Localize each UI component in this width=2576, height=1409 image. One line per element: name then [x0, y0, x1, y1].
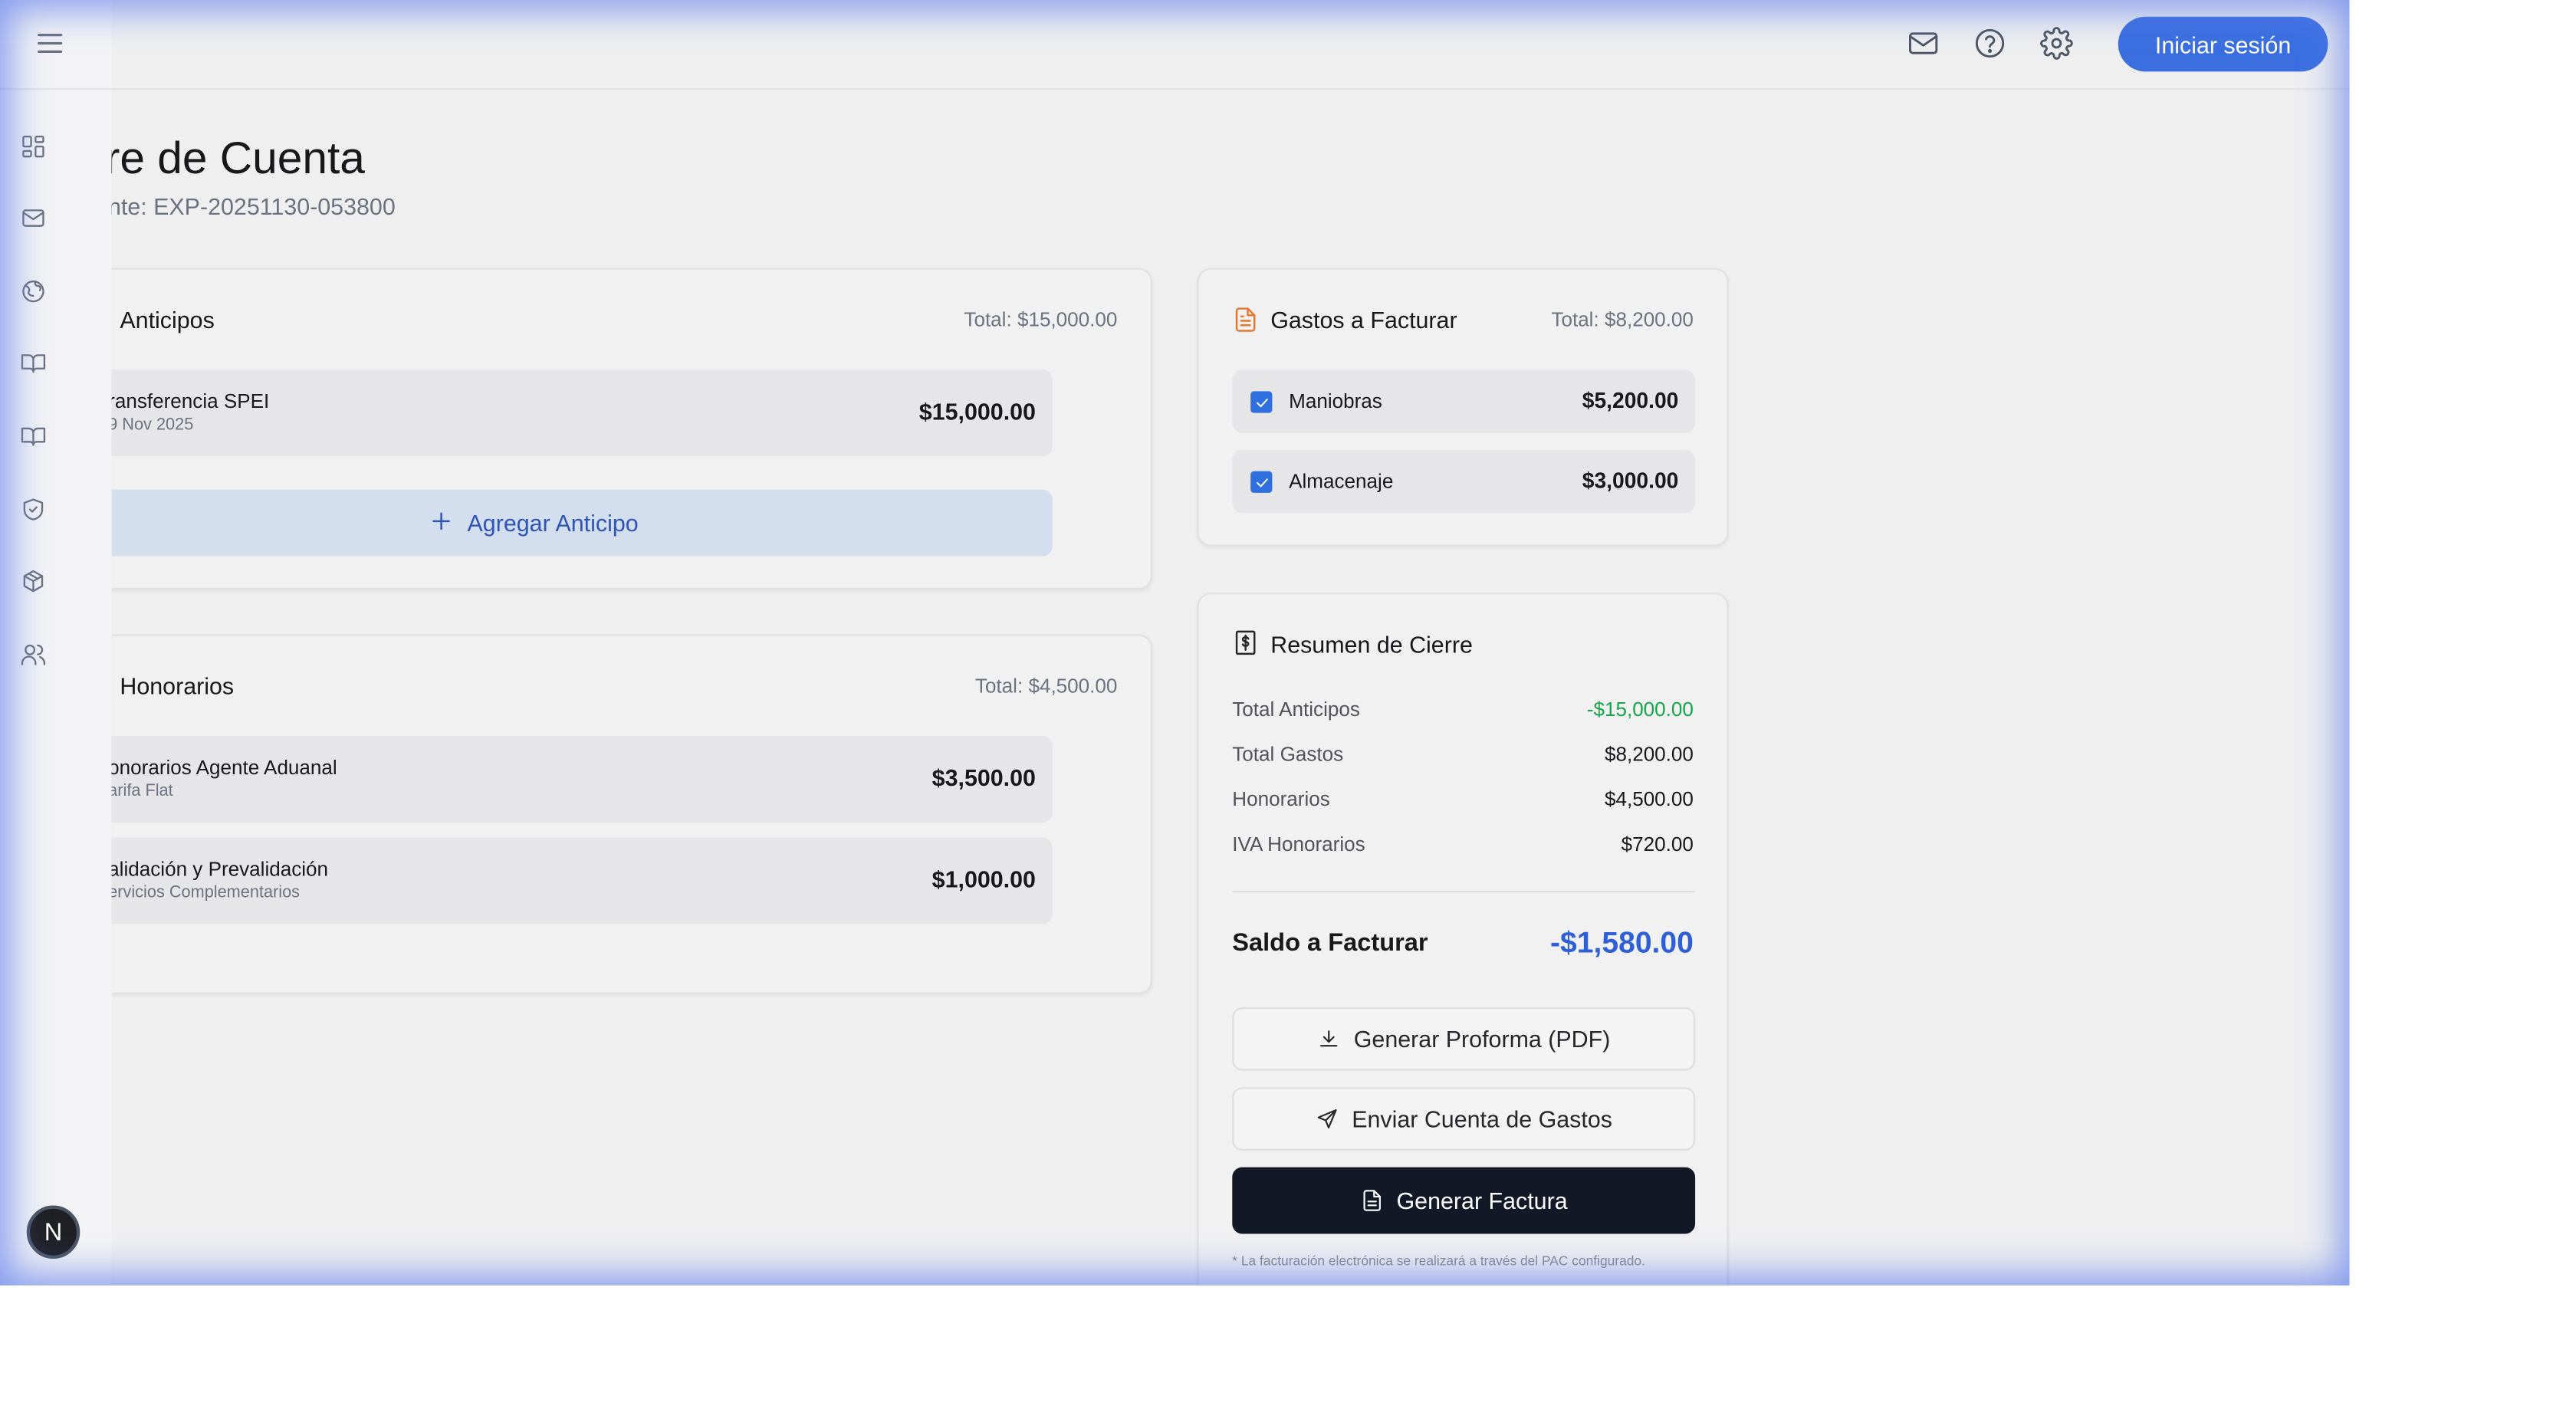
summary-value: -$15,000.00 [1586, 698, 1694, 721]
book-open-icon[interactable] [17, 419, 50, 452]
globe-icon[interactable] [17, 274, 50, 307]
honorario-sub: arifa Flat [111, 782, 173, 801]
gasto-name: Maniobras [1289, 389, 1382, 413]
inbox-icon[interactable] [17, 202, 50, 235]
send-account-button[interactable]: Enviar Cuenta de Gastos [1232, 1087, 1696, 1151]
gasto-amount: $5,200.00 [1582, 388, 1679, 413]
honorarios-card: Honorarios Total: $4,500.00 onorarios Ag… [111, 634, 1153, 994]
honorario-amount: $1,000.00 [932, 865, 1036, 893]
summary-value: $4,500.00 [1604, 787, 1694, 811]
anticipo-name: ransferencia SPEI [111, 389, 270, 413]
sidebar: N [0, 0, 112, 1286]
menu-icon[interactable] [33, 27, 70, 64]
gasto-amount: $3,000.00 [1582, 468, 1679, 493]
list-item[interactable]: ransferencia SPEI 9 Nov 2025 $15,000.00 [111, 369, 1053, 457]
resumen-card: Resumen de Cierre Total Anticipos -$15,0… [1197, 593, 1729, 1286]
check-icon [1255, 398, 1267, 407]
users-icon[interactable] [17, 638, 50, 671]
page-title: rre de Cuenta [111, 133, 365, 183]
saldo-value: -$1,580.00 [1549, 925, 1694, 960]
honorario-name: alidación y Prevalidación [111, 857, 329, 881]
login-button[interactable]: Iniciar sesión [2118, 16, 2328, 72]
list-item[interactable]: Maniobras $5,200.00 [1232, 369, 1696, 433]
generate-proforma-button[interactable]: Generar Proforma (PDF) [1232, 1007, 1696, 1071]
summary-label: IVA Honorarios [1232, 833, 1365, 856]
generate-invoice-button[interactable]: Generar Factura [1232, 1167, 1696, 1234]
main-content: rre de Cuenta iente: EXP-20251130-053800… [111, 90, 2350, 1286]
saldo-label: Saldo a Facturar [1232, 928, 1428, 957]
summary-label: Total Gastos [1232, 742, 1344, 767]
footnote: * La facturación electrónica se realizar… [1232, 1253, 1645, 1269]
mail-icon[interactable] [1907, 27, 1944, 64]
anticipos-card: Anticipos Total: $15,000.00 ransferencia… [111, 268, 1153, 590]
summary-value: $720.00 [1621, 833, 1694, 856]
send-icon [1317, 1109, 1337, 1129]
download-icon [1319, 1030, 1338, 1047]
gastos-total: Total: $8,200.00 [1551, 307, 1694, 332]
list-item[interactable]: alidación y Prevalidación ervicios Compl… [111, 837, 1053, 925]
list-item[interactable]: Almacenaje $3,000.00 [1232, 449, 1696, 513]
maniobras-checkbox[interactable] [1250, 391, 1273, 413]
anticipos-title: Anticipos [120, 306, 215, 333]
summary-value: $8,200.00 [1604, 742, 1694, 767]
avatar[interactable]: N [26, 1205, 80, 1260]
app-viewport: N Iniciar sesión rre de Cuenta iente: EX… [0, 0, 2350, 1286]
honorario-sub: ervicios Complementarios [111, 884, 301, 903]
gastos-card: Gastos a Facturar Total: $8,200.00 Manio… [1197, 268, 1729, 547]
add-anticipo-label: Agregar Anticipo [467, 509, 639, 537]
top-bar: Iniciar sesión [0, 0, 2350, 90]
check-icon [1255, 478, 1267, 487]
resumen-title: Resumen de Cierre [1270, 631, 1473, 658]
gear-icon[interactable] [2040, 27, 2077, 64]
page-subtitle: iente: EXP-20251130-053800 [111, 192, 396, 220]
gasto-name: Almacenaje [1289, 469, 1394, 493]
anticipo-amount: $15,000.00 [918, 398, 1036, 425]
package-icon[interactable] [17, 564, 50, 597]
help-icon[interactable] [1973, 27, 2010, 64]
add-anticipo-button[interactable]: Agregar Anticipo [111, 489, 1053, 557]
send-label: Enviar Cuenta de Gastos [1352, 1105, 1612, 1132]
document-icon [1362, 1190, 1381, 1211]
honorario-amount: $3,500.00 [932, 764, 1036, 791]
summary-label: Honorarios [1232, 787, 1330, 811]
honorario-name: onorarios Agente Aduanal [111, 756, 337, 780]
proforma-label: Generar Proforma (PDF) [1353, 1025, 1611, 1053]
book-icon[interactable] [17, 347, 50, 379]
almacenaje-checkbox[interactable] [1250, 471, 1273, 493]
shield-icon[interactable] [17, 493, 50, 526]
document-icon [1232, 307, 1259, 342]
honorarios-total: Total: $4,500.00 [974, 674, 1118, 698]
dashboard-icon[interactable] [17, 130, 50, 163]
receipt-icon [1232, 629, 1259, 665]
list-item[interactable]: onorarios Agente Aduanal arifa Flat $3,5… [111, 736, 1053, 823]
gastos-title: Gastos a Facturar [1270, 306, 1457, 333]
plus-icon [427, 507, 454, 538]
divider [1232, 891, 1696, 893]
anticipo-date: 9 Nov 2025 [111, 416, 194, 435]
summary-label: Total Anticipos [1232, 698, 1360, 721]
anticipos-total: Total: $15,000.00 [964, 307, 1118, 332]
invoice-label: Generar Factura [1396, 1187, 1568, 1214]
honorarios-title: Honorarios [120, 672, 235, 700]
